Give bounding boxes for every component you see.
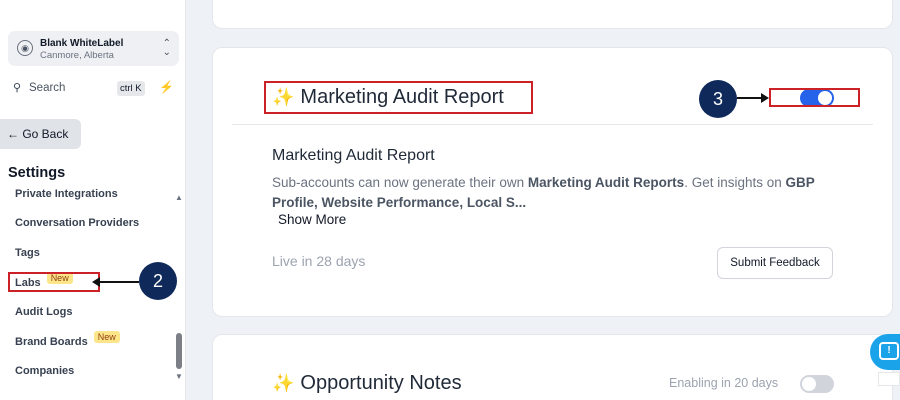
sidebar-item-label: Conversation Providers [15, 217, 140, 229]
submit-feedback-button[interactable]: Submit Feedback [717, 247, 833, 279]
sidebar-item-companies[interactable]: Companies [15, 365, 74, 377]
opportunity-notes-toggle[interactable] [800, 375, 834, 393]
enabling-status: Enabling in 20 days [669, 376, 779, 390]
scroll-down-arrow-icon[interactable]: ▼ [175, 372, 183, 381]
sparkle-icon: ✨ [272, 373, 295, 393]
search-trigger[interactable]: ⚲ Search ctrl K [8, 78, 158, 100]
card-divider [232, 124, 873, 125]
toggle-highlight-box [769, 88, 860, 107]
title-highlight-box [264, 81, 533, 114]
scroll-up-arrow-icon[interactable]: ▲ [175, 193, 183, 202]
arrow-right-icon [761, 93, 769, 103]
feature-subtitle: Marketing Audit Report [272, 147, 435, 164]
annotation-arrow-3 [737, 97, 761, 99]
chat-icon: ! [879, 342, 899, 360]
search-icon: ⚲ [13, 82, 22, 94]
account-name: Blank WhiteLabel [40, 38, 124, 49]
sidebar-item-label: Tags [15, 247, 40, 259]
labs-highlight-box [8, 272, 100, 292]
account-switcher[interactable]: ◉ Blank WhiteLabel Canmore, Alberta ⌃ ⌄ [8, 31, 179, 66]
location-avatar-icon: ◉ [17, 40, 33, 56]
annotation-arrow-2 [99, 281, 139, 283]
sidebar-item-label: Private Integrations [15, 188, 118, 200]
sidebar-item-private-integrations[interactable]: Private Integrations [15, 188, 118, 200]
sidebar-item-tags[interactable]: Tags [15, 247, 40, 259]
sidebar-item-audit-logs[interactable]: Audit Logs [15, 306, 72, 318]
chevron-up-down-icon: ⌃ ⌄ [162, 38, 171, 58]
sidebar-item-label: Brand Boards [15, 336, 88, 348]
sidebar-item-label: Companies [15, 365, 75, 377]
feature-description: Sub-accounts can now generate their own … [272, 175, 815, 210]
toggle-knob [802, 377, 816, 391]
chat-widget-button[interactable]: ! [870, 334, 900, 370]
sidebar-item-label: Audit Logs [15, 306, 73, 318]
next-feature-title: ✨ Opportunity Notes [272, 372, 462, 395]
go-back-button[interactable]: ← Go Back [0, 119, 81, 149]
next-feature-title-text: Opportunity Notes [300, 372, 462, 394]
sidebar-item-brand-boards[interactable]: Brand Boards New [15, 331, 120, 348]
account-location: Canmore, Alberta [40, 50, 114, 61]
show-more-link[interactable]: Show More [278, 212, 346, 227]
annotation-marker-3: 3 [699, 80, 737, 118]
settings-title: Settings [8, 165, 66, 181]
sidebar-scrollbar-thumb[interactable] [176, 333, 182, 369]
chat-widget-base [878, 372, 900, 386]
search-shortcut: ctrl K [117, 81, 145, 96]
live-in-status: Live in 28 days [272, 253, 366, 269]
new-badge: New [93, 331, 120, 343]
sidebar-item-conversation-providers[interactable]: Conversation Providers [15, 217, 139, 229]
annotation-marker-2: 2 [139, 262, 177, 300]
search-label: Search [29, 82, 66, 94]
feature-card-previous [212, 0, 893, 29]
lightning-bolt-icon[interactable]: ⚡ [159, 80, 174, 94]
